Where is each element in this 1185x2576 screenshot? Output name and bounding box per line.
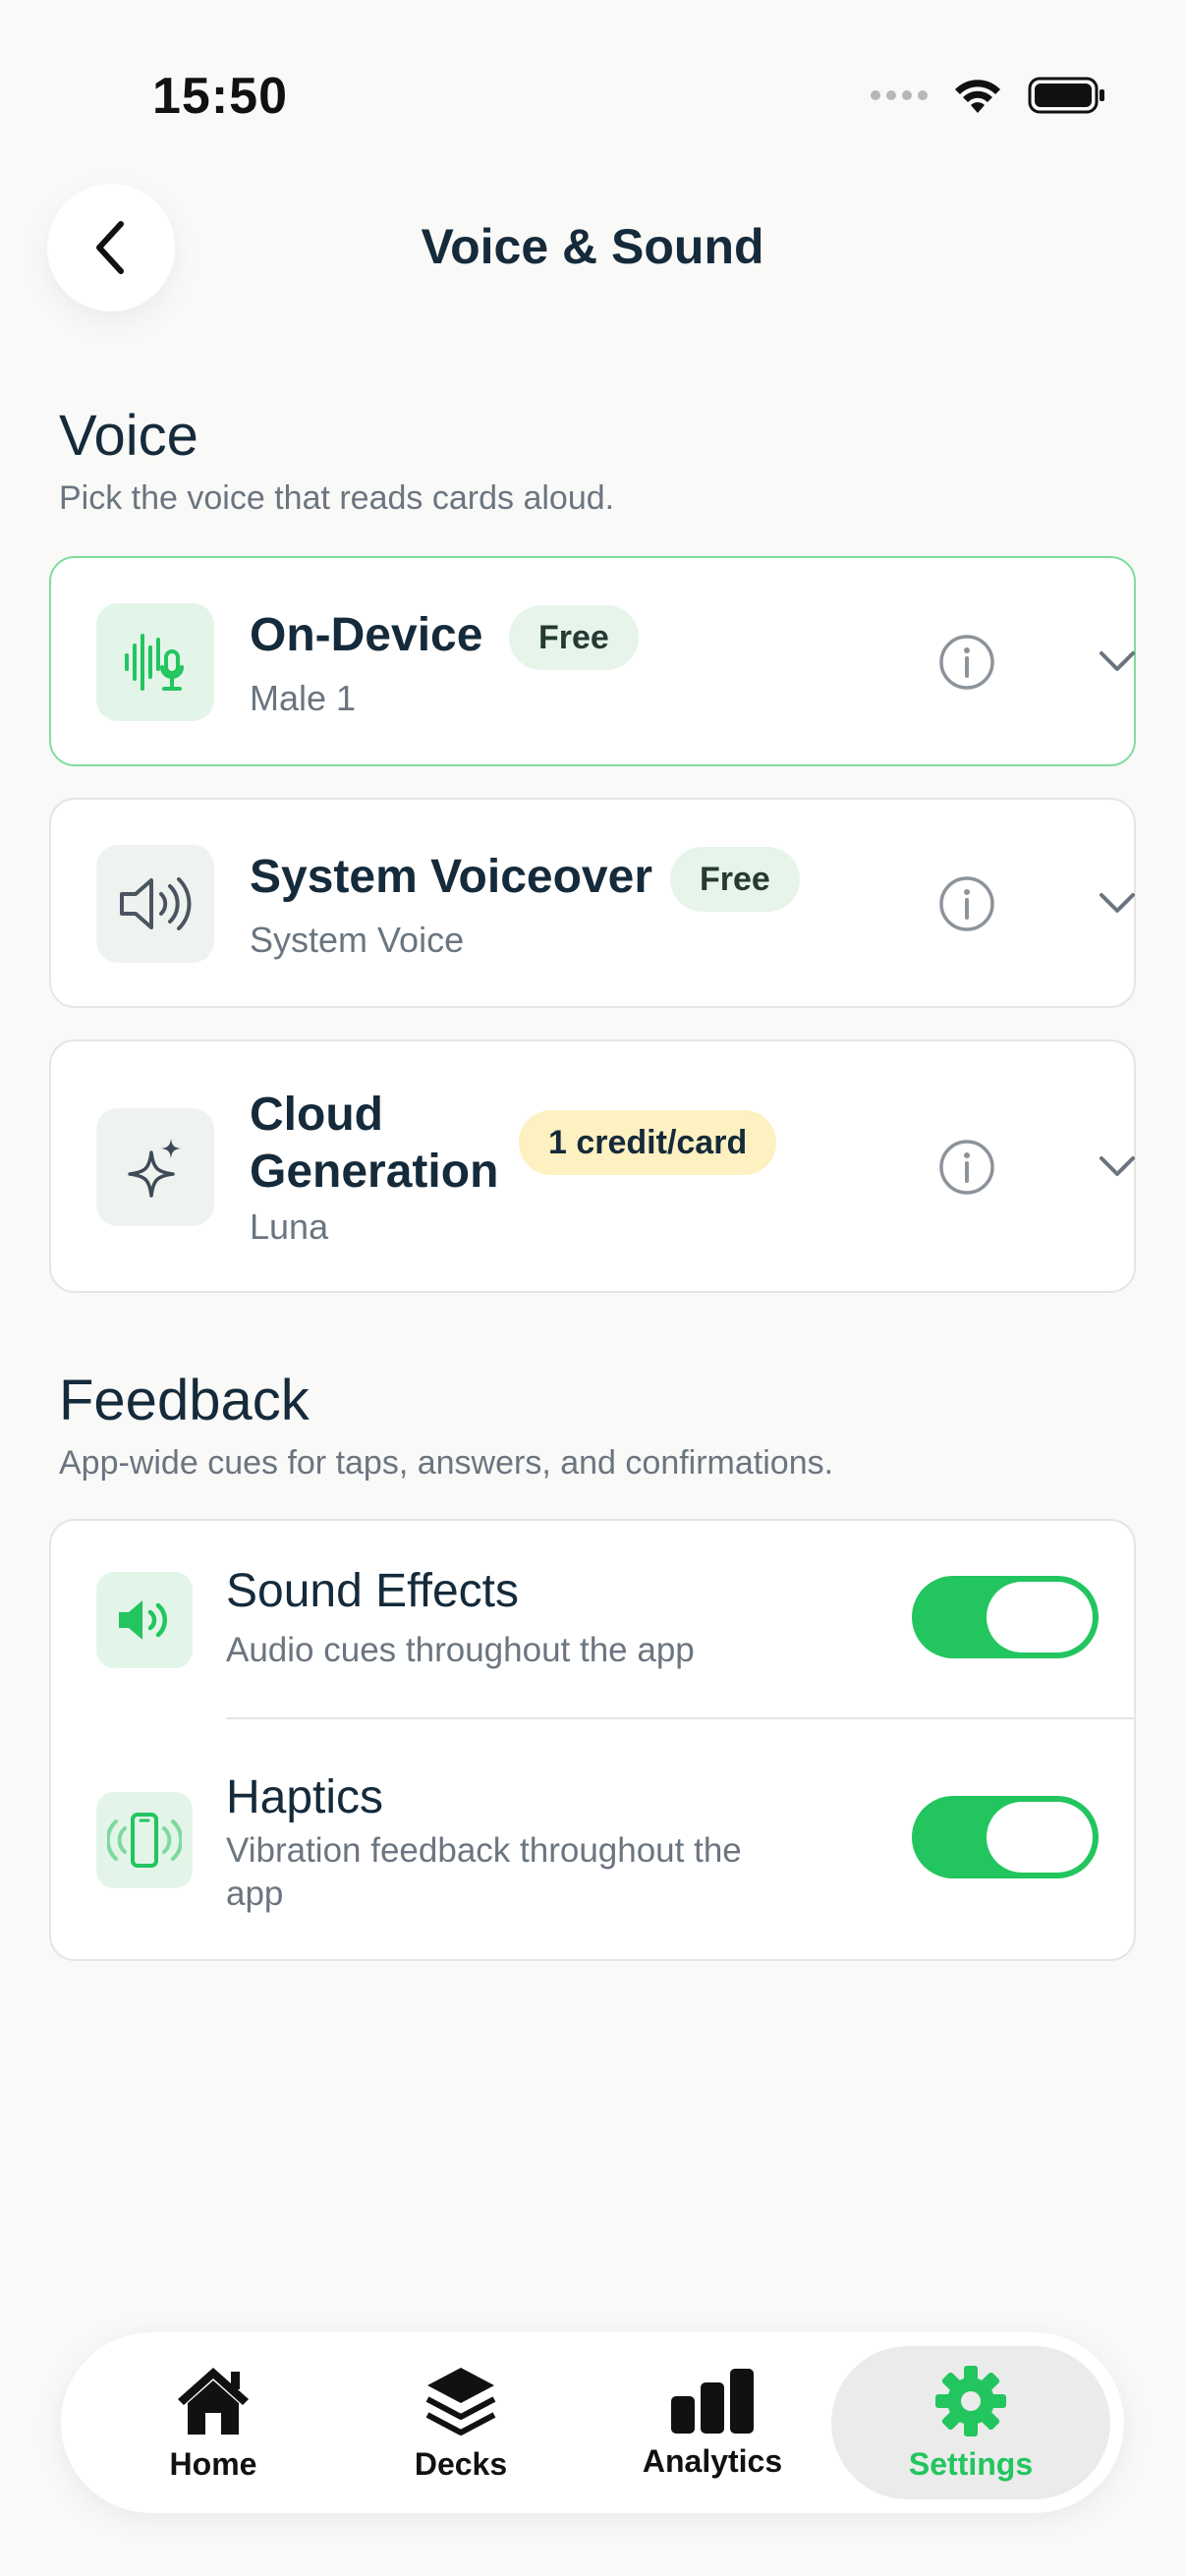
info-button[interactable]	[937, 1138, 996, 1197]
chevron-down-icon	[1100, 1156, 1135, 1176]
haptics-label: Haptics	[226, 1771, 384, 1823]
chevron-down-icon	[1100, 651, 1135, 671]
wifi-icon	[955, 80, 1000, 113]
voice-option-cloud-generation[interactable]: Cloud Generation 1 credit/card Luna	[49, 1039, 1136, 1293]
price-badge: Free	[509, 605, 639, 670]
voice-option-subtitle: System Voice	[250, 920, 465, 960]
page-title: Voice & Sound	[421, 219, 764, 274]
battery-icon	[1028, 77, 1104, 114]
voice-option-on-device[interactable]: On-Device Free Male 1	[49, 556, 1136, 766]
price-badge: Free	[670, 847, 800, 912]
info-button[interactable]	[937, 633, 996, 692]
info-icon	[939, 1140, 994, 1195]
voice-option-subtitle: Male 1	[250, 678, 357, 718]
feedback-section-title: Feedback	[59, 1369, 310, 1432]
info-icon	[939, 876, 994, 931]
voice-section-subtitle: Pick the voice that reads cards aloud.	[59, 479, 615, 517]
status-icons	[871, 71, 1106, 120]
feedback-card: Sound Effects Audio cues throughout the …	[49, 1519, 1136, 1961]
tab-bar: Home Decks Analytics Settings	[61, 2332, 1124, 2513]
status-time: 15:50	[152, 68, 288, 125]
price-badge: 1 credit/card	[519, 1110, 777, 1175]
voice-option-system-voiceover[interactable]: System Voiceover Free System Voice	[49, 798, 1136, 1008]
haptics-toggle[interactable]	[912, 1796, 1099, 1878]
feedback-section-subtitle: App-wide cues for taps, answers, and con…	[59, 1444, 834, 1482]
tab-settings[interactable]: Settings	[831, 2346, 1110, 2499]
sound-effects-toggle[interactable]	[912, 1576, 1099, 1658]
info-icon	[939, 635, 994, 690]
speaker-icon	[96, 845, 214, 963]
gear-icon	[935, 2365, 1006, 2436]
info-button[interactable]	[937, 874, 996, 933]
tab-home[interactable]: Home	[81, 2332, 346, 2513]
tab-decks[interactable]: Decks	[328, 2332, 593, 2513]
sparkles-icon	[96, 1108, 214, 1226]
divider	[226, 1717, 1134, 1719]
phone-vibrate-icon	[96, 1792, 193, 1888]
expand-button[interactable]	[1093, 637, 1142, 686]
chevron-down-icon	[1100, 893, 1135, 913]
voice-option-subtitle: Luna	[250, 1206, 329, 1247]
voice-option-name: Cloud Generation	[250, 1089, 499, 1198]
bar-chart-icon	[671, 2368, 754, 2434]
cellular-signal-icon	[871, 90, 928, 100]
haptics-description: Vibration feedback throughout the app	[226, 1831, 742, 1913]
sound-effects-label: Sound Effects	[226, 1565, 519, 1617]
waveform-mic-icon	[96, 603, 214, 721]
voice-option-name: System Voiceover	[250, 851, 652, 903]
layers-icon	[425, 2367, 496, 2436]
voice-section-title: Voice	[59, 404, 198, 468]
house-icon	[178, 2367, 249, 2435]
speaker-volume-icon	[96, 1572, 193, 1668]
expand-button[interactable]	[1093, 1142, 1142, 1191]
sound-effects-description: Audio cues throughout the app	[226, 1631, 695, 1669]
voice-option-name: On-Device	[250, 609, 483, 661]
expand-button[interactable]	[1093, 878, 1142, 927]
tab-analytics[interactable]: Analytics	[580, 2332, 845, 2513]
